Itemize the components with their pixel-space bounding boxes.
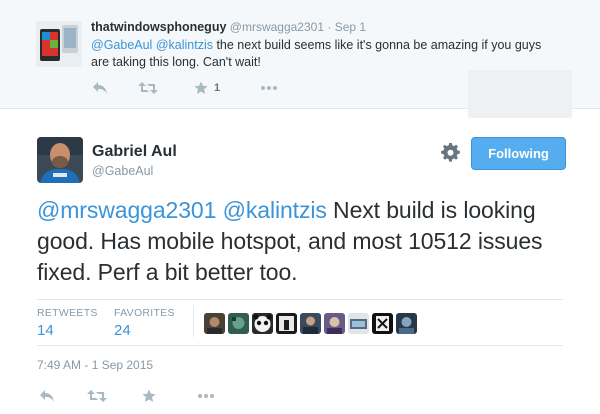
favoriter-avatar[interactable] <box>372 313 393 334</box>
favoriter-avatar[interactable] <box>204 313 225 334</box>
star-icon <box>194 81 208 94</box>
author-avatar[interactable] <box>37 137 83 183</box>
more-icon[interactable] <box>197 388 215 404</box>
reply-text: @GabeAul @kalintzis the next build seems… <box>91 37 551 71</box>
favoriter-avatar[interactable] <box>252 313 273 334</box>
reply-mention-kalintzis[interactable]: @kalintzis <box>156 38 213 52</box>
favorite-button[interactable]: 1 <box>194 80 220 96</box>
more-icon[interactable] <box>260 80 278 96</box>
author-handle[interactable]: @GabeAul <box>92 164 153 178</box>
star-icon[interactable] <box>142 388 156 404</box>
retweets-stat[interactable]: RETWEETS 14 <box>37 307 98 339</box>
author-name[interactable]: Gabriel Aul <box>92 143 177 161</box>
reply-date[interactable]: Sep 1 <box>335 20 366 34</box>
favorites-label: FAVORITES <box>114 307 175 319</box>
retweet-icon[interactable] <box>138 80 158 96</box>
stats-divider-top <box>37 299 563 300</box>
tweet-text: @mrswagga2301 @kalintzis Next build is l… <box>37 195 577 288</box>
favorites-stat[interactable]: FAVORITES 24 <box>114 307 175 339</box>
mention-kalintzis[interactable]: @kalintzis <box>223 197 327 223</box>
reply-icon[interactable] <box>92 80 108 96</box>
reply-avatar[interactable] <box>36 21 82 67</box>
favoriter-avatar[interactable] <box>276 313 297 334</box>
reply-icon[interactable] <box>39 388 55 404</box>
reply-mention-gabeaul[interactable]: @GabeAul <box>91 38 152 52</box>
favoriter-avatar[interactable] <box>324 313 345 334</box>
gear-icon[interactable] <box>441 142 461 163</box>
reply-author-name[interactable]: thatwindowsphoneguy <box>91 20 226 34</box>
reply-header: thatwindowsphoneguy @mrswagga2301 · Sep … <box>91 20 366 34</box>
reply-author-handle[interactable]: @mrswagga2301 <box>230 20 324 34</box>
favoriter-avatar[interactable] <box>348 313 369 334</box>
tweet-actions <box>37 388 237 404</box>
stats-vertical-divider <box>193 305 194 337</box>
redacted-area <box>468 70 572 118</box>
reply-actions: 1 <box>88 80 308 96</box>
favorites-count[interactable]: 24 <box>114 322 175 339</box>
favoriter-avatar[interactable] <box>228 313 249 334</box>
favoriter-avatars <box>204 313 420 334</box>
favoriter-avatar[interactable] <box>396 313 417 334</box>
retweets-label: RETWEETS <box>37 307 98 319</box>
retweet-icon[interactable] <box>87 388 107 404</box>
tweet-timestamp[interactable]: 7:49 AM - 1 Sep 2015 <box>37 358 153 372</box>
retweets-count[interactable]: 14 <box>37 322 98 339</box>
reply-favorite-count: 1 <box>214 82 221 94</box>
favoriter-avatar[interactable] <box>300 313 321 334</box>
stats-divider-bottom <box>37 345 563 346</box>
mention-mrswagga2301[interactable]: @mrswagga2301 <box>37 197 216 223</box>
reply-separator: · <box>327 20 332 34</box>
following-button[interactable]: Following <box>471 137 566 170</box>
